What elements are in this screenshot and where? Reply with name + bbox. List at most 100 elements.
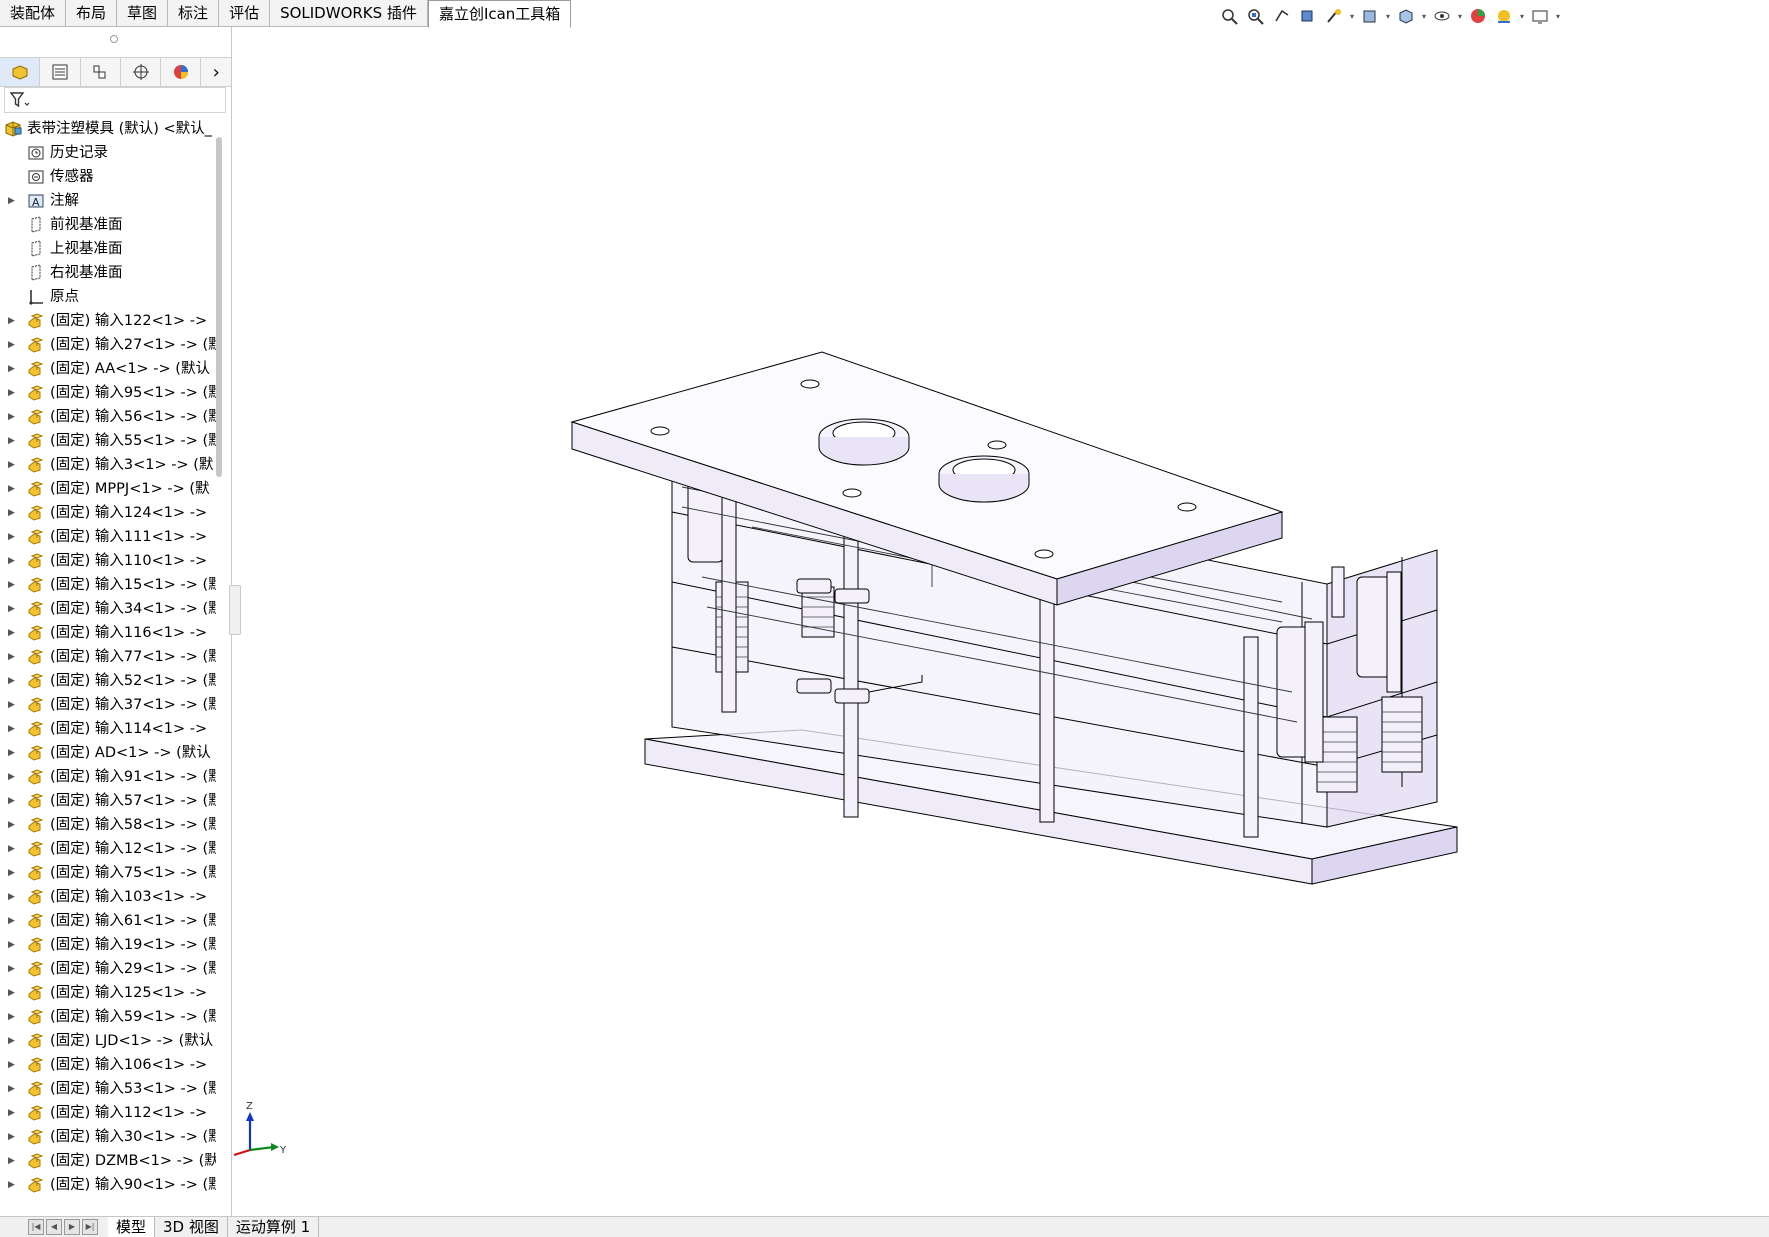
tree-item[interactable]: 上视基准面 — [0, 237, 216, 261]
tree-item[interactable]: ▶ (固定) AA<1> -> (默认 — [0, 357, 216, 381]
tree-item[interactable]: 传感器 — [0, 165, 216, 189]
expand-arrow-icon[interactable]: ▶ — [8, 981, 18, 1005]
expand-arrow-icon[interactable]: ▶ — [8, 453, 18, 477]
expand-arrow-icon[interactable]: ▶ — [8, 309, 18, 333]
expand-arrow-icon[interactable]: ▶ — [8, 669, 18, 693]
expand-arrow-icon[interactable]: ▶ — [8, 861, 18, 885]
dropdown-arrow-icon[interactable]: ▾ — [1456, 12, 1464, 21]
tree-item[interactable]: ▶ A 注解 — [0, 189, 216, 213]
command-tab-0[interactable]: 装配体 — [0, 0, 67, 27]
tree-item[interactable]: 历史记录 — [0, 141, 216, 165]
tree-item[interactable]: ▶ (固定) 输入15<1> -> (默 — [0, 573, 216, 597]
tree-item[interactable]: ▶ (固定) 输入75<1> -> (默 — [0, 861, 216, 885]
tree-item[interactable]: ▶ (固定) 输入116<1> -> — [0, 621, 216, 645]
featuremanager-icon[interactable] — [0, 58, 41, 86]
command-tab-3[interactable]: 标注 — [168, 0, 220, 27]
first-tab-arrow[interactable]: |◀ — [28, 1219, 44, 1235]
configurationmanager-icon[interactable] — [81, 58, 121, 86]
expand-arrow-icon[interactable]: ▶ — [8, 885, 18, 909]
expand-arrow-icon[interactable]: ▶ — [8, 717, 18, 741]
tree-item[interactable]: ▶ (固定) 输入125<1> -> — [0, 981, 216, 1005]
tree-item[interactable]: ▶ (固定) 输入12<1> -> (默 — [0, 837, 216, 861]
tree-item[interactable]: ▶ (固定) 输入90<1> -> (默 — [0, 1173, 216, 1197]
dynamic-annotation-icon[interactable] — [1322, 5, 1346, 27]
expand-arrow-icon[interactable]: ▶ — [8, 501, 18, 525]
tree-item[interactable]: ▶ (固定) 输入3<1> -> (默 — [0, 453, 216, 477]
view-settings-icon[interactable] — [1528, 5, 1552, 27]
expand-arrow-icon[interactable]: ▶ — [8, 405, 18, 429]
expand-arrow-icon[interactable]: ▶ — [8, 1005, 18, 1029]
tree-item[interactable]: 原点 — [0, 285, 216, 309]
tree-item[interactable]: ▶ (固定) 输入112<1> -> — [0, 1101, 216, 1125]
dropdown-arrow-icon[interactable]: ▾ — [1420, 12, 1428, 21]
hide-show-items-icon[interactable] — [1430, 5, 1454, 27]
expand-arrow-icon[interactable]: ▶ — [8, 933, 18, 957]
tree-item[interactable]: ▶ (固定) AD<1> -> (默认 — [0, 741, 216, 765]
tree-item[interactable]: ▶ (固定) 输入110<1> -> — [0, 549, 216, 573]
tree-item[interactable]: ▶ (固定) 输入111<1> -> — [0, 525, 216, 549]
dimxpert-icon[interactable] — [121, 58, 162, 86]
propertymanager-icon[interactable] — [40, 58, 81, 86]
tree-item[interactable]: ▶ (固定) 输入56<1> -> (默 — [0, 405, 216, 429]
expand-arrow-icon[interactable]: ▶ — [8, 789, 18, 813]
tree-item[interactable]: ▶ (固定) 输入53<1> -> (默 — [0, 1077, 216, 1101]
dropdown-arrow-icon[interactable]: ▾ — [1518, 12, 1526, 21]
command-tab-2[interactable]: 草图 — [117, 0, 169, 27]
tree-item[interactable]: ▶ (固定) 输入59<1> -> (默 — [0, 1005, 216, 1029]
tree-item[interactable]: ▶ (固定) 输入29<1> -> (默 — [0, 957, 216, 981]
tree-item[interactable]: ▶ (固定) 输入57<1> -> (默 — [0, 789, 216, 813]
filter-icon[interactable] — [9, 91, 31, 109]
command-tab-1[interactable]: 布局 — [66, 0, 118, 27]
tree-item[interactable]: ▶ (固定) 输入103<1> -> — [0, 885, 216, 909]
tree-item[interactable]: ▶ (固定) 输入55<1> -> (默 — [0, 429, 216, 453]
edit-appearance-icon[interactable] — [1466, 5, 1490, 27]
bottom-tab-0[interactable]: 模型 — [108, 1217, 156, 1237]
zoom-to-area-icon[interactable] — [1244, 5, 1268, 27]
tree-item[interactable]: ▶ (固定) 输入122<1> -> — [0, 309, 216, 333]
expand-arrow-icon[interactable]: ▶ — [8, 381, 18, 405]
command-tab-5[interactable]: SOLIDWORKS 插件 — [270, 0, 428, 27]
expand-arrow-icon[interactable]: ▶ — [8, 477, 18, 501]
bottom-tab-1[interactable]: 3D 视图 — [155, 1217, 228, 1237]
zoom-to-fit-icon[interactable] — [1218, 5, 1242, 27]
bottom-tab-2[interactable]: 运动算例 1 — [228, 1217, 320, 1237]
more-tabs-chevron-icon[interactable]: › — [201, 58, 230, 86]
tree-item[interactable]: ▶ (固定) 输入27<1> -> (默 — [0, 333, 216, 357]
tree-item[interactable]: ▶ (固定) 输入52<1> -> (默 — [0, 669, 216, 693]
expand-arrow-icon[interactable]: ▶ — [8, 813, 18, 837]
command-tab-6[interactable]: 嘉立创Ican工具箱 — [427, 0, 572, 28]
tree-item[interactable]: 右视基准面 — [0, 261, 216, 285]
expand-arrow-icon[interactable]: ▶ — [8, 549, 18, 573]
displaymanager-icon[interactable] — [161, 58, 202, 86]
view-orientation-icon[interactable] — [1358, 5, 1382, 27]
tree-item[interactable]: ▶ (固定) MPPJ<1> -> (默 — [0, 477, 216, 501]
graphics-area[interactable]: Z Y X — [224, 27, 1769, 1216]
expand-arrow-icon[interactable]: ▶ — [8, 693, 18, 717]
expand-arrow-icon[interactable]: ▶ — [8, 573, 18, 597]
last-tab-arrow[interactable]: ▶| — [82, 1219, 98, 1235]
next-tab-arrow[interactable]: ▶ — [64, 1219, 80, 1235]
tree-item[interactable]: ▶ (固定) 输入37<1> -> (默 — [0, 693, 216, 717]
tree-item[interactable]: ▶ (固定) LJD<1> -> (默认 — [0, 1029, 216, 1053]
expand-arrow-icon[interactable]: ▶ — [8, 333, 18, 357]
expand-arrow-icon[interactable]: ▶ — [8, 1173, 18, 1197]
expand-arrow-icon[interactable]: ▶ — [8, 645, 18, 669]
mold-assembly-model[interactable]: Z Y X — [224, 27, 1769, 1216]
tree-item[interactable]: ▶ (固定) 输入114<1> -> — [0, 717, 216, 741]
apply-scene-icon[interactable] — [1492, 5, 1516, 27]
command-tab-4[interactable]: 评估 — [219, 0, 271, 27]
tree-item[interactable]: ▶ (固定) 输入91<1> -> (默 — [0, 765, 216, 789]
panel-grip[interactable] — [110, 35, 118, 43]
dropdown-arrow-icon[interactable]: ▾ — [1348, 12, 1356, 21]
expand-arrow-icon[interactable]: ▶ — [8, 837, 18, 861]
section-view-icon[interactable] — [1296, 5, 1320, 27]
expand-arrow-icon[interactable]: ▶ — [8, 1077, 18, 1101]
tree-item[interactable]: ▶ (固定) 输入95<1> -> (默 — [0, 381, 216, 405]
dropdown-arrow-icon[interactable]: ▾ — [1554, 12, 1562, 21]
tree-item[interactable]: ▶ (固定) 输入34<1> -> (默 — [0, 597, 216, 621]
expand-arrow-icon[interactable]: ▶ — [8, 357, 18, 381]
tree-item[interactable]: 前视基准面 — [0, 213, 216, 237]
tree-item[interactable]: ▶ (固定) 输入30<1> -> (默 — [0, 1125, 216, 1149]
filter-box[interactable] — [4, 87, 226, 113]
expand-arrow-icon[interactable]: ▶ — [8, 597, 18, 621]
